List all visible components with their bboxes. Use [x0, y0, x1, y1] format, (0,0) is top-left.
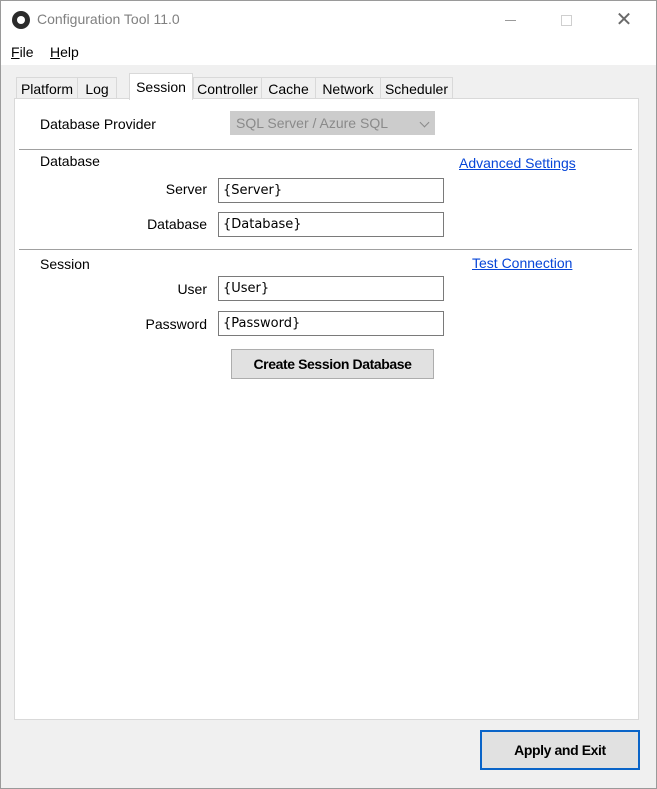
- menu-file-accel: F: [11, 44, 20, 60]
- chevron-down-icon: [419, 117, 430, 128]
- database-section-divider-highlight: [19, 150, 632, 151]
- maximize-icon: [560, 14, 572, 26]
- password-input[interactable]: [218, 311, 444, 336]
- user-label: User: [177, 281, 207, 297]
- menu-file[interactable]: File: [11, 44, 34, 60]
- database-provider-value: SQL Server / Azure SQL: [236, 115, 388, 131]
- test-connection-link[interactable]: Test Connection: [472, 255, 572, 271]
- close-button[interactable]: ✕: [601, 1, 647, 39]
- database-section-heading: Database: [40, 153, 100, 169]
- menu-help-rest: elp: [60, 44, 79, 60]
- window-title: Configuration Tool 11.0: [37, 11, 180, 27]
- tab-scheduler[interactable]: Scheduler: [380, 77, 453, 99]
- database-provider-select[interactable]: SQL Server / Azure SQL: [230, 111, 435, 135]
- database-label: Database: [147, 216, 207, 232]
- close-icon: ✕: [615, 9, 633, 31]
- session-tab-panel: Database Provider SQL Server / Azure SQL…: [14, 98, 639, 720]
- session-section-divider-highlight: [19, 250, 632, 251]
- tab-controller[interactable]: Controller: [193, 77, 262, 99]
- tab-log[interactable]: Log: [77, 77, 117, 99]
- database-provider-label: Database Provider: [40, 116, 156, 132]
- server-input[interactable]: [218, 178, 444, 203]
- apply-and-exit-button[interactable]: Apply and Exit: [480, 730, 640, 770]
- app-icon: [12, 11, 30, 29]
- database-input[interactable]: [218, 212, 444, 237]
- title-bar: Configuration Tool 11.0 ✕: [1, 1, 656, 39]
- menu-help[interactable]: Help: [50, 44, 79, 60]
- menu-help-accel: H: [50, 44, 61, 60]
- minimize-button[interactable]: [487, 1, 533, 39]
- server-label: Server: [165, 181, 207, 197]
- user-input[interactable]: [218, 276, 444, 301]
- session-section-heading: Session: [40, 256, 90, 272]
- maximize-button[interactable]: [543, 1, 589, 39]
- tab-session[interactable]: Session: [129, 73, 193, 100]
- tab-cache[interactable]: Cache: [261, 77, 316, 99]
- menu-file-rest: ile: [19, 44, 34, 60]
- password-label: Password: [145, 316, 207, 332]
- configuration-tool-window: Configuration Tool 11.0 ✕ File Help Plat…: [0, 0, 657, 789]
- minimize-icon: [504, 19, 516, 21]
- menu-bar: File Help: [1, 39, 656, 65]
- tab-network[interactable]: Network: [315, 77, 381, 99]
- tab-platform[interactable]: Platform: [16, 77, 78, 99]
- create-session-database-button[interactable]: Create Session Database: [231, 349, 434, 379]
- advanced-settings-link[interactable]: Advanced Settings: [459, 155, 576, 171]
